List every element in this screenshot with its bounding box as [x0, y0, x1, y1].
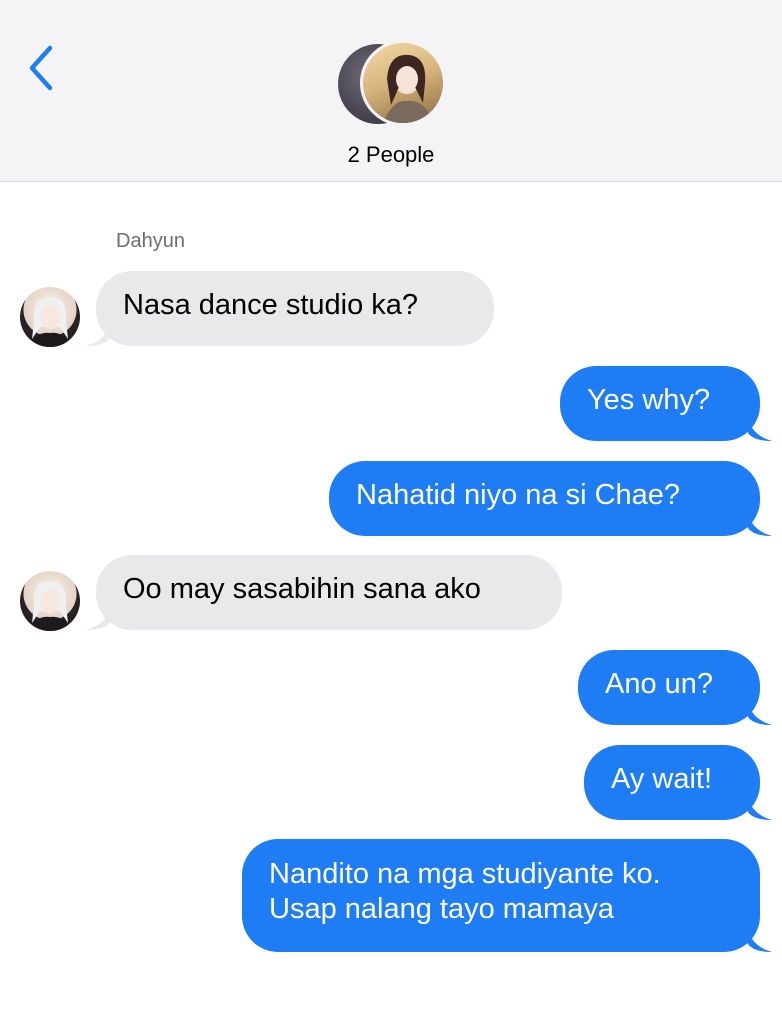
chevron-left-icon — [29, 45, 53, 91]
conversation-title[interactable]: 2 People — [0, 142, 782, 168]
bubble-tail — [748, 512, 772, 536]
bubble-tail — [86, 606, 110, 630]
message-text: Ano un? — [605, 668, 714, 700]
avatar[interactable] — [20, 571, 80, 631]
bubble-tail — [748, 796, 772, 820]
member-avatar-front — [360, 40, 446, 126]
message-text-line: Usap nalang tayo mamaya — [269, 893, 614, 925]
bubble-tail — [748, 928, 772, 952]
message-bubble-outgoing[interactable]: Yes why? — [560, 366, 760, 441]
message-bubble-outgoing[interactable]: Ano un? — [578, 650, 760, 725]
message-text: Ay wait! — [611, 763, 713, 795]
message-bubble-outgoing[interactable]: Nandito na mga studiyante ko. Usap nalan… — [242, 839, 760, 952]
bubble-tail — [748, 701, 772, 725]
bubble-tail — [748, 417, 772, 441]
message-bubble-incoming[interactable]: Nasa dance studio ka? — [96, 271, 494, 346]
message-text: Yes why? — [587, 384, 711, 416]
message-text-line: Nandito na mga studiyante ko. — [269, 858, 661, 890]
message-text: Nasa dance studio ka? — [123, 289, 419, 321]
message-bubble-incoming[interactable]: Oo may sasabihin sana ako — [96, 555, 562, 630]
message-text: Oo may sasabihin sana ako — [123, 573, 481, 605]
message-text: Nahatid niyo na si Chae? — [356, 479, 681, 511]
sender-name: Dahyun — [116, 230, 185, 252]
avatar[interactable] — [20, 287, 80, 347]
conversation-header: 2 People — [0, 0, 782, 182]
message-bubble-outgoing[interactable]: Ay wait! — [584, 745, 760, 820]
back-button[interactable] — [22, 44, 62, 92]
group-avatar[interactable] — [338, 40, 448, 130]
bubble-tail — [86, 322, 110, 346]
message-bubble-outgoing[interactable]: Nahatid niyo na si Chae? — [329, 461, 760, 536]
